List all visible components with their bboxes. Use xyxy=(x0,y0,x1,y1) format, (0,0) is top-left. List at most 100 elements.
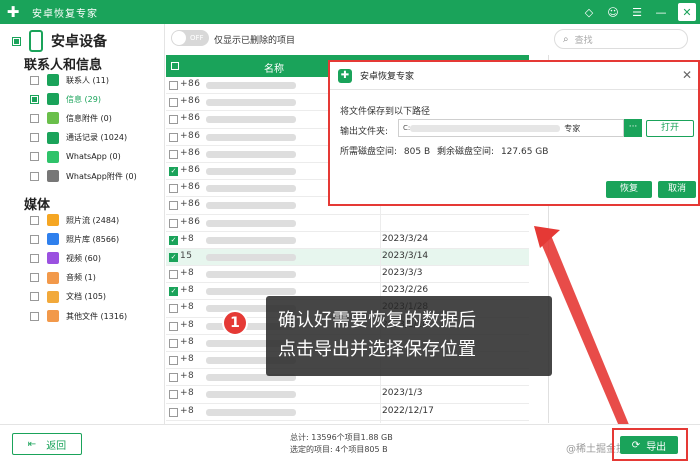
row-number: +8 xyxy=(180,371,195,382)
diamond-icon[interactable]: ◇ xyxy=(582,6,596,19)
sidebar-item[interactable]: 视频 (60) xyxy=(30,250,101,266)
row-date: 2022/12/17 xyxy=(382,405,434,416)
sidebar-item[interactable]: WhatsApp (0) xyxy=(30,149,121,165)
row-checkbox[interactable] xyxy=(169,390,178,400)
deleted-only-toggle[interactable]: OFF xyxy=(171,30,209,46)
table-row[interactable]: +8 2023/3/3 xyxy=(166,266,529,284)
row-checkbox[interactable]: ✓ xyxy=(169,252,178,262)
device-row[interactable]: 安卓设备 xyxy=(12,30,107,52)
step-badge: 1 xyxy=(222,310,248,336)
row-blurred-number xyxy=(206,202,296,210)
row-blurred-number xyxy=(206,99,296,107)
row-checkbox[interactable] xyxy=(169,304,178,314)
sidebar-item[interactable]: 信息 (29) xyxy=(30,91,101,107)
chat-icon[interactable]: ☺ xyxy=(606,6,620,19)
other-files-icon xyxy=(47,310,59,322)
sidebar-item[interactable]: 照片库 (8566) xyxy=(30,231,119,247)
output-path-field[interactable]: C: 专家 xyxy=(398,119,624,137)
row-checkbox[interactable]: ✓ xyxy=(169,287,178,297)
row-number: +8 xyxy=(180,388,195,399)
table-row[interactable]: +8 2023/1/3 xyxy=(166,386,529,404)
sidebar-item-checkbox[interactable] xyxy=(30,75,39,85)
selected-items: 选定的项目: 4个项目805 B xyxy=(290,445,388,454)
row-checkbox[interactable] xyxy=(169,338,178,348)
row-checkbox[interactable] xyxy=(169,407,178,417)
menu-icon[interactable]: ☰ xyxy=(630,6,644,19)
sidebar-item-checkbox[interactable] xyxy=(30,273,39,283)
open-button[interactable]: 打开 xyxy=(646,120,694,137)
row-checkbox[interactable] xyxy=(169,132,178,142)
sidebar-item-checkbox[interactable] xyxy=(30,171,39,181)
path-tail: 专家 xyxy=(564,123,581,133)
sidebar-item-checkbox[interactable] xyxy=(30,94,39,104)
row-checkbox[interactable] xyxy=(169,356,178,365)
row-blurred-number xyxy=(206,391,296,399)
path-blurred xyxy=(410,124,561,132)
phone-icon xyxy=(29,30,43,52)
table-row[interactable]: +8 2022/12/17 xyxy=(166,404,529,421)
sidebar-item-checkbox[interactable] xyxy=(30,133,39,143)
row-date: 2023/3/14 xyxy=(382,250,429,261)
sidebar-item[interactable]: 通话记录 (1024) xyxy=(30,130,127,146)
search-input[interactable]: ⌕ 查找 xyxy=(554,29,688,49)
row-checkbox[interactable]: ✓ xyxy=(169,235,178,245)
row-checkbox[interactable] xyxy=(169,218,178,228)
row-number: +8 xyxy=(180,319,195,330)
select-all-checkbox[interactable] xyxy=(171,62,179,70)
browse-button[interactable]: ··· xyxy=(624,119,642,137)
sidebar-item[interactable]: 文档 (105) xyxy=(30,289,106,305)
required-space-value: 805 B xyxy=(403,147,431,157)
table-row[interactable]: ✓ +8 2023/3/24 xyxy=(166,232,529,249)
annotation-callout: 确认好需要恢复的数据后 点击导出并选择保存位置 xyxy=(266,296,552,376)
sidebar-item[interactable]: 其他文件 (1316) xyxy=(30,308,127,324)
row-checkbox[interactable] xyxy=(169,373,178,383)
sidebar-item[interactable]: 联系人 (11) xyxy=(30,72,109,88)
minimize-icon[interactable]: — xyxy=(654,6,668,19)
toggle-label: 仅显示已删除的项目 xyxy=(214,36,296,46)
sidebar-item-checkbox[interactable] xyxy=(30,234,39,244)
sidebar-item-label: 音频 (1) xyxy=(66,273,96,283)
restore-button[interactable]: 恢复 xyxy=(606,181,652,198)
dialog-close-icon[interactable]: ✕ xyxy=(682,68,692,82)
row-checkbox[interactable] xyxy=(169,115,178,125)
sidebar-item[interactable]: 音频 (1) xyxy=(30,270,96,286)
sidebar-item-checkbox[interactable] xyxy=(30,253,39,263)
sidebar-item[interactable]: 信息附件 (0) xyxy=(30,110,112,126)
sidebar-item-checkbox[interactable] xyxy=(30,152,39,162)
search-icon: ⌕ xyxy=(563,33,569,45)
dialog-logo-icon: ✚ xyxy=(338,68,352,83)
sidebar-item-checkbox[interactable] xyxy=(30,215,39,225)
sidebar-item-label: 其他文件 (1316) xyxy=(66,311,128,321)
document-icon xyxy=(47,290,59,303)
sidebar-item[interactable]: WhatsApp附件 (0) xyxy=(30,168,137,184)
cancel-button[interactable]: 取消 xyxy=(658,181,696,198)
sidebar-item-checkbox[interactable] xyxy=(30,292,39,302)
row-checkbox[interactable] xyxy=(169,270,178,280)
row-checkbox[interactable] xyxy=(169,201,178,211)
sidebar-item-label: 信息附件 (0) xyxy=(66,113,112,123)
device-checkbox[interactable] xyxy=(12,36,21,46)
back-button[interactable]: ⇤ 返回 xyxy=(12,433,82,455)
row-date: 2023/1/3 xyxy=(382,388,423,399)
row-number: +8 xyxy=(180,233,195,244)
row-blurred-number xyxy=(206,236,296,244)
row-checkbox[interactable] xyxy=(169,149,178,159)
table-row[interactable]: ✓ 15 2023/3/14 xyxy=(166,248,529,267)
row-blurred-number xyxy=(206,408,296,416)
total-items: 总计: 13596个项目1.88 GB xyxy=(290,433,393,442)
table-row[interactable]: +86 xyxy=(166,215,529,232)
sidebar-item-checkbox[interactable] xyxy=(30,311,39,321)
row-checkbox[interactable]: ✓ xyxy=(169,166,178,176)
row-checkbox[interactable] xyxy=(169,184,178,194)
sidebar-item-label: 信息 (29) xyxy=(66,94,101,104)
row-checkbox[interactable] xyxy=(169,98,178,108)
row-checkbox[interactable] xyxy=(169,321,178,331)
sidebar-item-checkbox[interactable] xyxy=(30,113,39,123)
path-prefix: C: xyxy=(403,124,411,132)
table-row[interactable]: 172022/11/16 xyxy=(166,421,529,424)
close-icon[interactable]: ✕ xyxy=(678,3,696,21)
toggle-state: OFF xyxy=(190,34,204,42)
row-checkbox[interactable] xyxy=(169,81,178,90)
export-button[interactable]: ⟳ 导出 xyxy=(620,436,678,454)
sidebar-item[interactable]: 照片流 (2484) xyxy=(30,212,119,228)
